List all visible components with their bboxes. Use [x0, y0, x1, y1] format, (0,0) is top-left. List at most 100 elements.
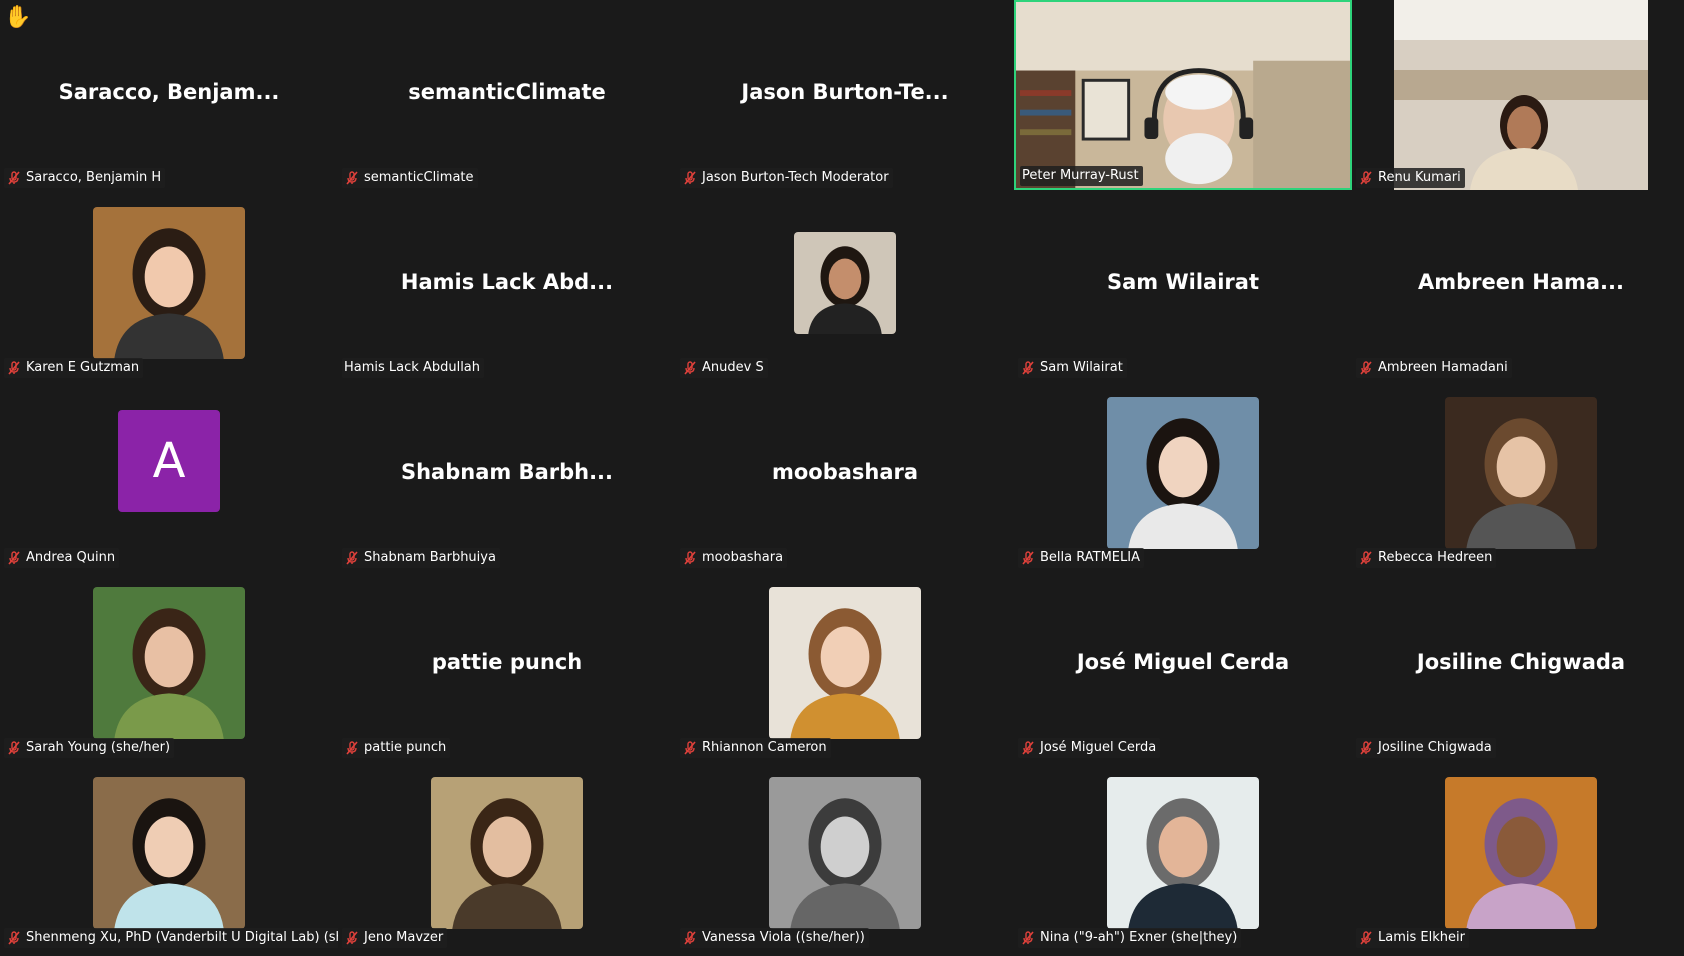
- participant-tile[interactable]: José Miguel Cerda José Miguel Cerda: [1014, 570, 1352, 760]
- participant-tile[interactable]: Vanessa Viola ((she/her)): [676, 760, 1014, 950]
- muted-microphone-icon: [1020, 550, 1036, 566]
- participant-name: pattie punch: [364, 740, 447, 755]
- participant-name-label: Josiline Chigwada: [1356, 738, 1496, 758]
- participant-name: Sam Wilairat: [1040, 360, 1123, 375]
- participant-name: Nina ("9-ah") Exner (she|they): [1040, 930, 1238, 945]
- participant-name: Jeno Mavzer: [364, 930, 444, 945]
- muted-microphone-icon: [344, 740, 360, 756]
- muted-microphone-icon: [682, 550, 698, 566]
- profile-photo: [1445, 397, 1597, 549]
- participant-tile[interactable]: Hamis Lack Abd... Hamis Lack Abdullah: [338, 190, 676, 380]
- participant-tile[interactable]: A Andrea Quinn: [0, 380, 338, 570]
- participant-name: Sarah Young (she/her): [26, 740, 171, 755]
- profile-photo: [93, 207, 245, 359]
- participant-tile[interactable]: Sam Wilairat Sam Wilairat: [1014, 190, 1352, 380]
- participant-name-label: Sam Wilairat: [1018, 358, 1127, 378]
- participant-name-label: Peter Murray-Rust: [1020, 166, 1143, 186]
- participant-tile[interactable]: Saracco, Benjam... Saracco, Benjamin H: [0, 0, 338, 190]
- muted-microphone-icon: [1358, 550, 1374, 566]
- profile-photo: [1445, 777, 1597, 929]
- participant-name: Anudev S: [702, 360, 764, 375]
- participant-name-label: Nina ("9-ah") Exner (she|they): [1018, 928, 1242, 948]
- participant-tile[interactable]: Shabnam Barbh... Shabnam Barbhuiya: [338, 380, 676, 570]
- profile-photo: [1107, 397, 1259, 549]
- participant-tile[interactable]: moobashara moobashara: [676, 380, 1014, 570]
- participant-name-label: Shenmeng Xu, PhD (Vanderbilt U Digital L…: [4, 928, 338, 948]
- participant-name-label: pattie punch: [342, 738, 451, 758]
- participant-tile[interactable]: Ambreen Hama... Ambreen Hamadani: [1352, 190, 1684, 380]
- participant-name-label: moobashara: [680, 548, 788, 568]
- zoom-gallery-view: ✋ Saracco, Benjam... Saracco, Benjamin H s…: [0, 0, 1684, 956]
- participant-name: Hamis Lack Abdullah: [344, 360, 481, 375]
- participant-name-label: Anudev S: [680, 358, 768, 378]
- participant-name: Karen E Gutzman: [26, 360, 140, 375]
- participant-name-label: José Miguel Cerda: [1018, 738, 1161, 758]
- muted-microphone-icon: [1358, 170, 1374, 186]
- participant-name-label: Sarah Young (she/her): [4, 738, 175, 758]
- participant-name-label: Hamis Lack Abdullah: [342, 358, 485, 378]
- muted-microphone-icon: [682, 740, 698, 756]
- profile-photo: [769, 777, 921, 929]
- participant-tile[interactable]: Lamis Elkheir: [1352, 760, 1684, 950]
- participant-display-name: semanticClimate: [408, 80, 606, 104]
- profile-photo: [794, 232, 896, 334]
- muted-microphone-icon: [1020, 930, 1036, 946]
- participant-name: Bella RATMELIA: [1040, 550, 1140, 565]
- muted-microphone-icon: [1358, 740, 1374, 756]
- participant-tile[interactable]: semanticClimate semanticClimate: [338, 0, 676, 190]
- participant-name-label: Bella RATMELIA: [1018, 548, 1144, 568]
- profile-photo: [769, 587, 921, 739]
- participant-name-label: Andrea Quinn: [4, 548, 120, 568]
- muted-microphone-icon: [682, 170, 698, 186]
- participant-tile[interactable]: Sarah Young (she/her): [0, 570, 338, 760]
- participant-name: Rebecca Hedreen: [1378, 550, 1493, 565]
- muted-microphone-icon: [682, 360, 698, 376]
- profile-photo: [93, 777, 245, 929]
- participant-tile[interactable]: Josiline Chigwada Josiline Chigwada: [1352, 570, 1684, 760]
- participant-display-name: moobashara: [771, 460, 919, 484]
- participant-tile[interactable]: Rhiannon Cameron: [676, 570, 1014, 760]
- participant-name-label: Rhiannon Cameron: [680, 738, 831, 758]
- participant-name: Peter Murray-Rust: [1022, 168, 1139, 183]
- muted-microphone-icon: [1020, 360, 1036, 376]
- participant-name: Josiline Chigwada: [1378, 740, 1492, 755]
- participant-name: Shenmeng Xu, PhD (Vanderbilt U Digital L…: [26, 930, 338, 945]
- muted-microphone-icon: [6, 550, 22, 566]
- participant-tile[interactable]: pattie punch pattie punch: [338, 570, 676, 760]
- participant-tile[interactable]: Jason Burton-Te... Jason Burton-Tech Mode…: [676, 0, 1014, 190]
- muted-microphone-icon: [344, 930, 360, 946]
- participant-display-name: Saracco, Benjam...: [58, 80, 280, 104]
- participant-tile[interactable]: Bella RATMELIA: [1014, 380, 1352, 570]
- video-feed: [1016, 2, 1350, 188]
- participant-name-label: semanticClimate: [342, 168, 478, 188]
- muted-microphone-icon: [344, 550, 360, 566]
- muted-microphone-icon: [6, 740, 22, 756]
- participant-tile[interactable]: Jeno Mavzer: [338, 760, 676, 950]
- profile-photo: [431, 777, 583, 929]
- participant-display-name: Hamis Lack Abd...: [400, 270, 614, 294]
- participant-display-name: Jason Burton-Te...: [741, 80, 949, 104]
- participant-display-name: Shabnam Barbh...: [400, 460, 614, 484]
- participant-grid: Saracco, Benjam... Saracco, Benjamin H sem…: [0, 0, 1684, 950]
- muted-microphone-icon: [6, 930, 22, 946]
- participant-name-label: Karen E Gutzman: [4, 358, 144, 378]
- profile-photo: [1107, 777, 1259, 929]
- participant-name-label: Vanessa Viola ((she/her)): [680, 928, 869, 948]
- participant-name: José Miguel Cerda: [1040, 740, 1157, 755]
- participant-name-label: Ambreen Hamadani: [1356, 358, 1512, 378]
- participant-tile[interactable]: Renu Kumari: [1352, 0, 1684, 190]
- muted-microphone-icon: [1020, 740, 1036, 756]
- participant-tile[interactable]: Anudev S: [676, 190, 1014, 380]
- participant-name: Jason Burton-Tech Moderator: [702, 170, 889, 185]
- participant-tile[interactable]: Karen E Gutzman: [0, 190, 338, 380]
- participant-name-label: Jeno Mavzer: [342, 928, 448, 948]
- muted-microphone-icon: [1358, 930, 1374, 946]
- participant-tile[interactable]: Shenmeng Xu, PhD (Vanderbilt U Digital L…: [0, 760, 338, 950]
- muted-microphone-icon: [1358, 360, 1374, 376]
- letter-avatar: A: [118, 410, 220, 512]
- participant-tile[interactable]: Rebecca Hedreen: [1352, 380, 1684, 570]
- participant-tile[interactable]: Peter Murray-Rust: [1014, 0, 1352, 190]
- participant-tile[interactable]: Nina ("9-ah") Exner (she|they): [1014, 760, 1352, 950]
- profile-photo: [93, 587, 245, 739]
- participant-name: Renu Kumari: [1378, 170, 1461, 185]
